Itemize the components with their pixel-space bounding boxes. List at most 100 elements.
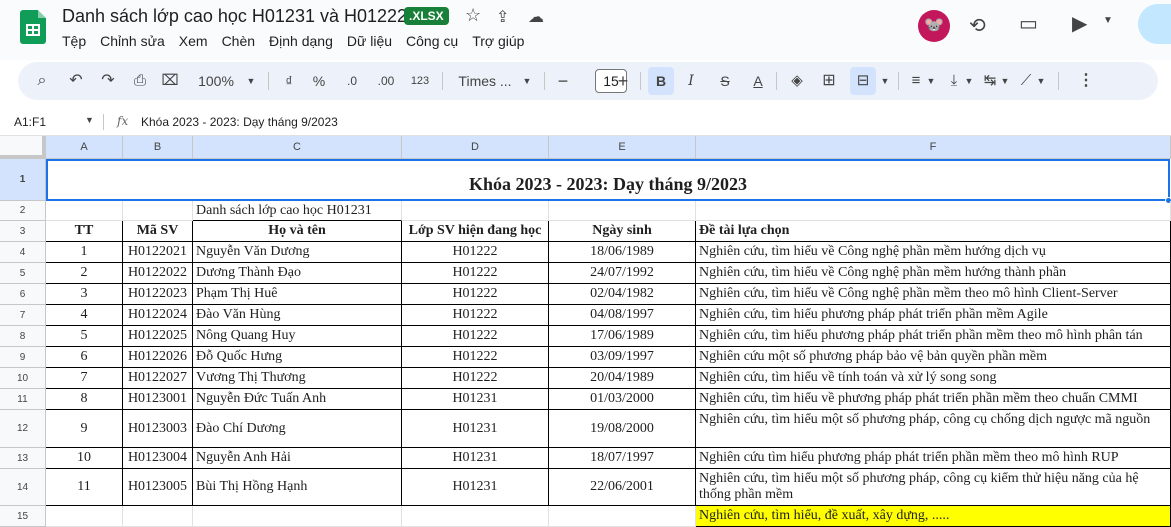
table-cell[interactable]: H01231 (402, 410, 549, 448)
table-cell[interactable]: H0122024 (123, 305, 193, 326)
cell[interactable] (696, 201, 1171, 221)
row-header[interactable]: 10 (0, 368, 46, 389)
cell[interactable] (402, 201, 549, 221)
row-header[interactable]: 14 (0, 469, 46, 506)
sheets-logo-icon[interactable] (20, 10, 46, 44)
header-cell[interactable]: Đề tài lựa chọn (696, 221, 1171, 242)
number-format-button[interactable]: 123 (408, 62, 432, 100)
table-cell[interactable]: Nguyễn Đức Tuấn Anh (193, 389, 402, 410)
print-icon[interactable]: ⎙ (130, 62, 150, 100)
menu-insert[interactable]: Chèn (222, 33, 255, 49)
chevron-down-icon[interactable]: ▼ (1000, 62, 1010, 100)
table-cell[interactable]: Nghiên cứu tìm hiểu phương pháp phát tri… (696, 448, 1171, 469)
chevron-down-icon[interactable]: ▼ (1036, 62, 1046, 100)
table-cell[interactable]: H01222 (402, 242, 549, 263)
table-cell[interactable]: H0123005 (123, 469, 193, 506)
fill-color-icon[interactable]: ◈ (788, 62, 806, 100)
table-cell[interactable]: H0123003 (123, 410, 193, 448)
table-cell[interactable]: 10 (46, 448, 123, 469)
header-cell[interactable]: Lớp SV hiện đang học (402, 221, 549, 242)
table-cell[interactable]: Nghiên cứu, tìm hiểu phương pháp phát tr… (696, 326, 1171, 347)
decrease-decimal-button[interactable]: .0 (342, 62, 362, 100)
table-cell[interactable]: Đào Chí Dương (193, 410, 402, 448)
row-header[interactable]: 9 (0, 347, 46, 368)
table-cell[interactable]: 9 (46, 410, 123, 448)
highlighted-note-cell[interactable]: Nghiên cứu, tìm hiểu, đề xuất, xây dựng,… (696, 506, 1171, 527)
table-cell[interactable]: Nghiên cứu, tìm hiểu phương pháp phát tr… (696, 305, 1171, 326)
table-cell[interactable]: H01222 (402, 305, 549, 326)
align-horizontal-icon[interactable]: ≡ (908, 62, 924, 100)
table-cell[interactable]: Nghiên cứu, tìm hiểu về Công nghệ phần m… (696, 263, 1171, 284)
table-cell[interactable]: 5 (46, 326, 123, 347)
table-cell[interactable]: Nguyễn Văn Dương (193, 242, 402, 263)
row-header[interactable]: 13 (0, 448, 46, 469)
table-cell[interactable]: 1 (46, 242, 123, 263)
table-cell[interactable]: Đào Văn Hùng (193, 305, 402, 326)
table-cell[interactable]: 4 (46, 305, 123, 326)
text-color-button[interactable]: A (750, 62, 766, 100)
table-cell[interactable]: 02/04/1982 (549, 284, 696, 305)
table-cell[interactable]: 2 (46, 263, 123, 284)
table-cell[interactable]: H0122025 (123, 326, 193, 347)
name-box[interactable]: A1:F1 (14, 115, 46, 129)
table-cell[interactable]: H0122022 (123, 263, 193, 284)
menu-file[interactable]: Tệp (62, 33, 86, 49)
table-cell[interactable]: 18/07/1997 (549, 448, 696, 469)
table-cell[interactable]: H01222 (402, 368, 549, 389)
column-header-c[interactable]: C (193, 136, 402, 159)
column-header-a[interactable]: A (46, 136, 123, 159)
cell[interactable] (193, 506, 402, 527)
table-cell[interactable]: 6 (46, 347, 123, 368)
currency-button[interactable]: ₫ (282, 62, 296, 100)
table-cell[interactable]: Nguyễn Anh Hải (193, 448, 402, 469)
table-cell[interactable]: 8 (46, 389, 123, 410)
table-cell[interactable]: H0122027 (123, 368, 193, 389)
table-cell[interactable]: 03/09/1997 (549, 347, 696, 368)
menu-help[interactable]: Trợ giúp (472, 33, 524, 49)
history-icon[interactable]: ⟲ (969, 13, 986, 38)
document-title[interactable]: Danh sách lớp cao học H01231 và H01222 (62, 6, 407, 27)
table-cell[interactable]: 22/06/2001 (549, 469, 696, 506)
bold-button[interactable]: B (648, 67, 674, 95)
chevron-down-icon[interactable]: ▼ (964, 62, 974, 100)
menu-view[interactable]: Xem (179, 33, 208, 49)
table-cell[interactable]: H01231 (402, 448, 549, 469)
row-header[interactable]: 3 (0, 221, 46, 242)
row-header[interactable]: 6 (0, 284, 46, 305)
table-cell[interactable]: 24/07/1992 (549, 263, 696, 284)
table-cell[interactable]: 7 (46, 368, 123, 389)
borders-icon[interactable]: ⊞ (820, 62, 838, 100)
table-cell[interactable]: 3 (46, 284, 123, 305)
row-header[interactable]: 4 (0, 242, 46, 263)
row-header[interactable]: 1 (0, 159, 46, 201)
chevron-down-icon[interactable]: ▼ (1103, 15, 1113, 26)
cell[interactable] (123, 201, 193, 221)
cell[interactable] (123, 506, 193, 527)
percent-button[interactable]: % (312, 62, 326, 100)
chevron-down-icon[interactable]: ▼ (85, 115, 94, 125)
table-cell[interactable]: H01222 (402, 347, 549, 368)
table-cell[interactable]: 11 (46, 469, 123, 506)
column-header-e[interactable]: E (549, 136, 696, 159)
header-cell[interactable]: TT (46, 221, 123, 242)
spreadsheet-grid[interactable]: A B C D E F 1 2 3 4 5 6 7 8 9 10 11 12 1… (0, 136, 1171, 527)
table-cell[interactable]: H01222 (402, 284, 549, 305)
table-cell[interactable]: H0122026 (123, 347, 193, 368)
zoom-select[interactable]: 100% (196, 62, 236, 100)
undo-icon[interactable]: ↶ (66, 62, 86, 100)
font-select[interactable]: Times ... (454, 62, 516, 100)
search-icon[interactable]: ⌕ (32, 62, 52, 100)
header-cell[interactable]: Mã SV (123, 221, 193, 242)
table-cell[interactable]: Bùi Thị Hồng Hạnh (193, 469, 402, 506)
menu-format[interactable]: Định dạng (269, 33, 333, 49)
table-cell[interactable]: Nghiên cứu, tìm hiểu về tính toán và xử … (696, 368, 1171, 389)
subtitle-cell[interactable]: Danh sách lớp cao học H01231 (193, 201, 402, 221)
row-header[interactable]: 12 (0, 410, 46, 448)
column-header-b[interactable]: B (123, 136, 193, 159)
row-header[interactable]: 11 (0, 389, 46, 410)
table-cell[interactable]: 20/04/1989 (549, 368, 696, 389)
table-cell[interactable]: Nghiên cứu một số phương pháp bảo vệ bản… (696, 347, 1171, 368)
column-header-f[interactable]: F (696, 136, 1171, 159)
table-cell[interactable]: H01222 (402, 326, 549, 347)
chevron-down-icon[interactable]: ▼ (522, 62, 532, 100)
